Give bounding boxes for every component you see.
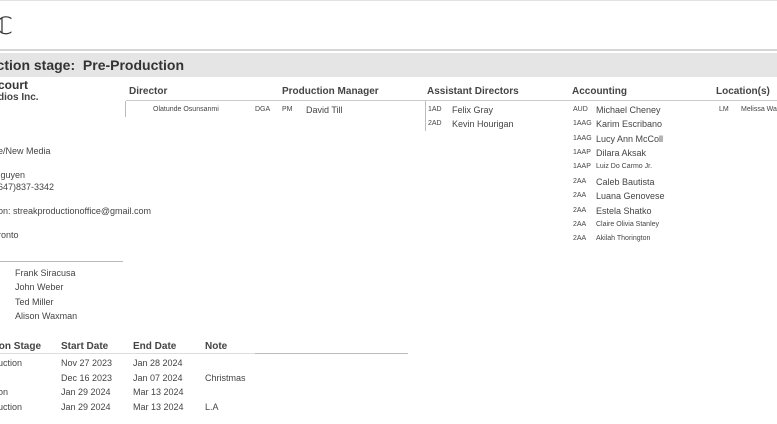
locations-heading: Location(s) <box>716 86 770 97</box>
contact-email[interactable]: on: streakproductionoffice@gmail.com <box>0 206 151 216</box>
acct-name: Karim Escribano <box>596 119 663 129</box>
director-union: DGA <box>255 106 271 113</box>
acct-code: 1AAP <box>573 149 591 156</box>
company-divider <box>0 261 123 262</box>
production-manager-heading: Production Manager <box>282 86 379 97</box>
stage-title: uction stage: Pre-Production <box>0 57 185 73</box>
director-divider <box>125 101 126 117</box>
table-header-line <box>0 353 255 354</box>
ad-name: Kevin Hourigan <box>452 119 514 129</box>
ad-name: Felix Gray <box>452 105 494 115</box>
acct-name: Akilah Thorington <box>596 235 651 242</box>
end-cell: Jan 07 2024 <box>133 373 183 383</box>
note-col-header: Note <box>205 341 228 352</box>
acct-code: AUD <box>573 106 588 113</box>
table-header-line-ext <box>255 353 408 354</box>
acct-code: 2AA <box>573 207 587 214</box>
acct-name: Dilara Aksak <box>596 148 647 158</box>
acct-code: 2AA <box>573 235 587 242</box>
accounting-heading: Accounting <box>572 86 627 97</box>
top-border <box>0 0 777 1</box>
acct-name: Luiz Do Carmo Jr. <box>596 163 653 170</box>
company-type: e/New Media <box>0 146 51 156</box>
company-subtitle: dios Inc. <box>0 92 39 103</box>
acct-code: 2AA <box>573 178 587 185</box>
end-cell: Mar 13 2024 <box>133 387 184 397</box>
acct-code: 1AAG <box>573 135 592 142</box>
pm-name: David Till <box>306 105 343 115</box>
acct-code: 1AAG <box>573 120 592 127</box>
acct-name: Caleb Bautista <box>596 177 655 187</box>
person-item: John Weber <box>15 282 64 292</box>
end-col-header: End Date <box>133 341 177 352</box>
director-name: Olatunde Osunsanmi <box>153 106 219 113</box>
end-cell: Mar 13 2024 <box>133 402 184 412</box>
stage-cell: uction <box>0 358 23 368</box>
stage-col-header: ion Stage <box>0 341 42 352</box>
person-item: Frank Siracusa <box>15 268 76 278</box>
company-city: ronto <box>0 230 19 240</box>
start-cell: Dec 16 2023 <box>61 373 113 383</box>
contact-phone: 647)837-3342 <box>0 182 55 192</box>
ad-divider <box>425 101 426 131</box>
acct-name: Luana Genovese <box>596 191 665 201</box>
acct-name: Claire Olivia Stanley <box>596 221 660 228</box>
acct-name: Michael Cheney <box>596 105 661 115</box>
start-cell: Jan 29 2024 <box>61 402 111 412</box>
person-item: Alison Waxman <box>15 311 78 321</box>
contact-name: Iguyen <box>0 170 26 180</box>
start-cell: Jan 29 2024 <box>61 387 111 397</box>
pm-role-code: PM <box>282 106 293 113</box>
acct-code: 1AAP <box>573 163 591 170</box>
note-cell: L.A <box>205 402 219 412</box>
section-divider <box>0 49 777 51</box>
person-item: Ted Miller <box>15 297 54 307</box>
start-col-header: Start Date <box>61 341 109 352</box>
acct-code: 2AA <box>573 192 587 199</box>
acct-name: Lucy Ann McColl <box>596 134 664 144</box>
stage-cell: uction <box>0 402 23 412</box>
logo-icon: ℂ <box>0 13 13 40</box>
heading-underline <box>126 100 777 101</box>
location-code: LM <box>719 106 729 113</box>
end-cell: Jan 28 2024 <box>133 358 183 368</box>
note-cell: Christmas <box>205 373 246 383</box>
acct-name: Estela Shatko <box>596 206 652 216</box>
acct-code: 2AA <box>573 221 587 228</box>
company-name: court <box>0 78 28 92</box>
ad-code: 1AD <box>428 106 442 113</box>
ad-code: 2AD <box>428 120 442 127</box>
director-heading: Director <box>129 86 168 97</box>
start-cell: Nov 27 2023 <box>61 358 113 368</box>
location-name: Melissa Wa <box>741 106 777 113</box>
stage-cell: on <box>0 387 9 397</box>
assistant-directors-heading: Assistant Directors <box>427 86 519 97</box>
